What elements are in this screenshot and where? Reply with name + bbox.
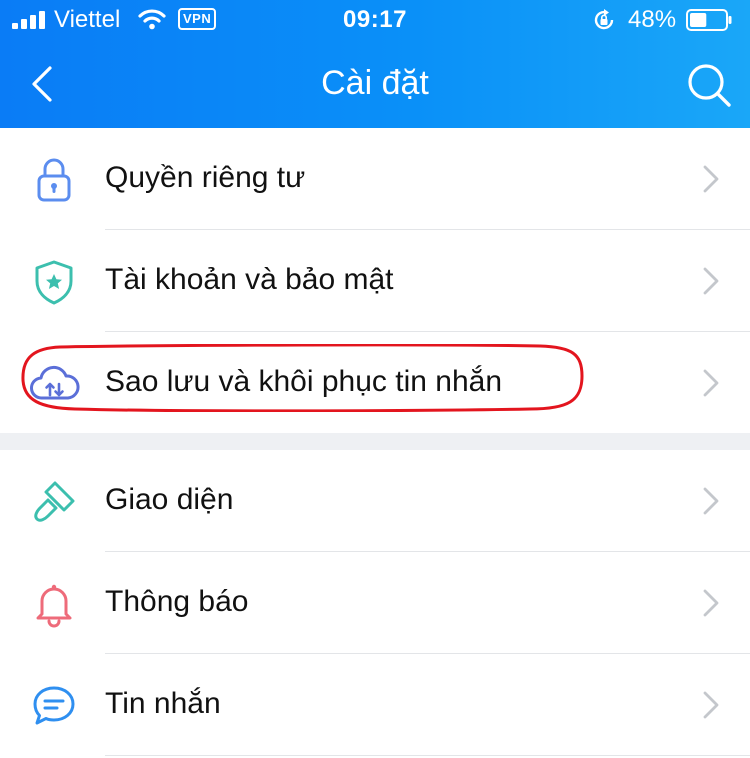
settings-item-label: Tài khoản và bảo mật [105, 263, 394, 296]
chevron-right-icon [703, 691, 719, 719]
status-bar: Viettel VPN 09:17 48% [0, 0, 750, 40]
search-icon[interactable] [686, 62, 732, 108]
settings-item-messages[interactable]: Tin nhắn [0, 654, 750, 756]
chevron-right-icon [703, 487, 719, 515]
paint-brush-icon [34, 481, 75, 522]
settings-item-account-security[interactable]: Tài khoản và bảo mật [0, 230, 750, 332]
cloud-sync-icon [30, 365, 80, 400]
chevron-right-icon [703, 589, 719, 617]
battery-icon [686, 9, 732, 31]
lock-icon [37, 158, 71, 202]
section-separator [0, 433, 750, 450]
settings-group-privacy: Quyền riêng tư Tài khoản và bảo mật Sao … [0, 128, 750, 434]
shield-star-icon [35, 260, 73, 305]
settings-item-label: Tin nhắn [105, 687, 221, 720]
settings-group-general: Giao diện Thông báo Tin nhắn [0, 450, 750, 756]
bell-icon [36, 584, 72, 628]
settings-item-notifications[interactable]: Thông báo [0, 552, 750, 654]
chevron-right-icon [703, 165, 719, 193]
settings-item-label: Giao diện [105, 483, 234, 516]
battery-percentage: 48% [628, 6, 677, 33]
chat-bubble-icon [33, 686, 75, 725]
settings-item-appearance[interactable]: Giao diện [0, 450, 750, 552]
settings-item-backup-restore[interactable]: Sao lưu và khôi phục tin nhắn [0, 332, 750, 434]
chevron-right-icon [703, 369, 719, 397]
rotation-lock-icon [594, 9, 614, 30]
app-header: Viettel VPN 09:17 48% Cài đặt [0, 0, 750, 128]
settings-item-label: Thông báo [105, 585, 249, 618]
settings-item-label: Quyền riêng tư [105, 161, 306, 194]
nav-bar: Cài đặt [0, 40, 750, 128]
settings-item-label: Sao lưu và khôi phục tin nhắn [105, 365, 503, 398]
page-title: Cài đặt [321, 64, 429, 102]
settings-item-privacy[interactable]: Quyền riêng tư [0, 128, 750, 230]
chevron-right-icon [703, 267, 719, 295]
row-divider [105, 755, 750, 756]
